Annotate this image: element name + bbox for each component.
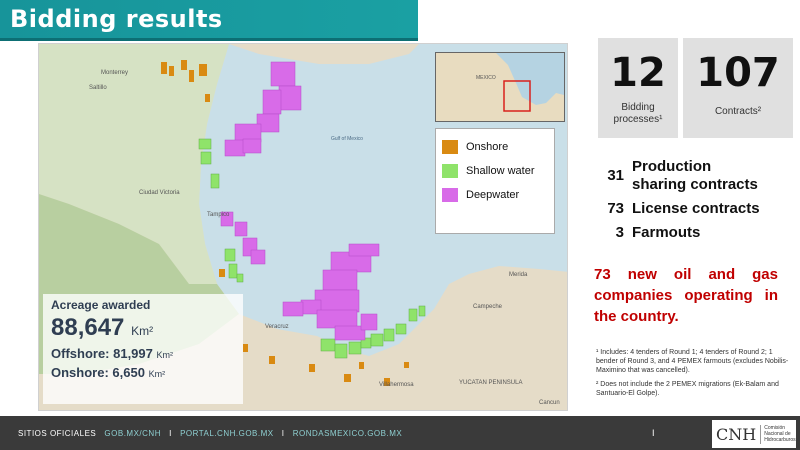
map-panel[interactable]: Monterrey Saltillo Ciudad Victoria Tampi… xyxy=(38,43,568,411)
acreage-offshore: Offshore: 81,997 Km² xyxy=(51,346,235,361)
page-title: Bidding results xyxy=(10,5,223,33)
label-cancun: Cancun xyxy=(539,400,560,406)
acreage-panel: Acreage awarded 88,647 Km² Offshore: 81,… xyxy=(43,294,243,404)
acreage-total: 88,647 Km² xyxy=(51,314,235,342)
legend-swatch-deepwater xyxy=(442,188,458,202)
footer-link-gob[interactable]: GOB.MX/CNH xyxy=(104,429,161,438)
cnh-logo: CNH Comisión Nacional de Hidrocarburos xyxy=(712,420,796,448)
contract-row-license: 73 License contracts xyxy=(598,200,798,218)
stat-bidding-processes: 12 Bidding processes¹ xyxy=(598,38,678,138)
footer-separator: I xyxy=(169,429,172,438)
label-villahermosa: Villahermosa xyxy=(379,382,414,388)
label-campeche: Campeche xyxy=(473,304,503,310)
footer-bar: SITIOS OFICIALES GOB.MX/CNH I PORTAL.CNH… xyxy=(0,416,800,450)
footnote-2: ² Does not include the 2 PEMEX migration… xyxy=(596,381,779,397)
footnote-1: ¹ Includes: 4 tenders of Round 1; 4 tend… xyxy=(596,349,789,374)
inset-label-mexico: MEXICO xyxy=(476,75,496,81)
acreage-onshore-label: Onshore: 6,650 xyxy=(51,365,145,380)
legend-item-deepwater: Deepwater xyxy=(442,184,548,206)
legend-label-deepwater: Deepwater xyxy=(466,189,520,201)
contract-row-production-sharing: 31 Production sharing contracts xyxy=(598,158,798,194)
contract-label: Production sharing contracts xyxy=(632,158,758,193)
acreage-title: Acreage awarded xyxy=(51,298,151,312)
logo-mark: CNH xyxy=(716,424,762,444)
inset-canvas: MEXICO xyxy=(436,53,564,121)
acreage-onshore: Onshore: 6,650 Km² xyxy=(51,365,235,380)
stat-bidding-label: Bidding processes¹ xyxy=(598,102,678,126)
stat-contracts-value: 107 xyxy=(696,50,780,96)
contract-label: License contracts xyxy=(632,200,760,217)
footer-prefix: SITIOS OFICIALES xyxy=(18,429,97,438)
label-saltillo: Saltillo xyxy=(89,85,107,91)
footer-separator: I xyxy=(281,429,285,438)
contract-count: 3 xyxy=(615,224,624,241)
stat-contracts: 107 Contracts² xyxy=(683,38,793,138)
logo-subtitle: Comisión Nacional de Hidrocarburos xyxy=(764,425,796,443)
acreage-total-value: 88,647 xyxy=(51,314,125,341)
footer-link-portal[interactable]: PORTAL.CNH.GOB.MX xyxy=(180,429,274,438)
stat-bidding-label-line2: processes¹ xyxy=(613,114,663,125)
locator-inset-map: MEXICO xyxy=(435,52,565,122)
label-veracruz: Veracruz xyxy=(265,324,289,330)
label-yucatan: YUCATAN PENINSULA xyxy=(459,380,522,386)
label-ciudad-victoria: Ciudad Victoria xyxy=(139,190,180,196)
acreage-total-unit: Km² xyxy=(131,324,154,338)
legend-swatch-shallow xyxy=(442,164,458,178)
footer-separator-right: I xyxy=(652,428,655,438)
label-monterrey: Monterrey xyxy=(101,70,128,76)
footer-link-rondas[interactable]: RONDASMEXICO.GOB.MX xyxy=(293,429,403,438)
contract-count: 73 xyxy=(607,200,624,217)
footnotes: ¹ Includes: 4 tenders of Round 1; 4 tend… xyxy=(596,348,792,403)
title-underline xyxy=(0,38,418,41)
contract-row-farmouts: 3 Farmouts xyxy=(598,224,798,242)
legend-swatch-onshore xyxy=(442,140,458,154)
label-merida: Merida xyxy=(509,272,528,278)
contract-types-list: 31 Production sharing contracts 73 Licen… xyxy=(598,158,798,248)
title-bar: Bidding results xyxy=(0,0,418,38)
acreage-offshore-label: Offshore: 81,997 xyxy=(51,346,153,361)
stat-contracts-label: Contracts² xyxy=(714,106,762,117)
acreage-onshore-unit: Km² xyxy=(148,369,166,379)
legend-item-onshore: Onshore xyxy=(442,136,548,158)
companies-highlight: 73 new oil and gas companies operating i… xyxy=(594,266,778,325)
contract-label: Farmouts xyxy=(632,224,701,241)
legend-label-onshore: Onshore xyxy=(466,141,509,153)
label-tampico: Tampico xyxy=(207,212,230,218)
land-usa xyxy=(229,44,419,64)
acreage-offshore-unit: Km² xyxy=(156,350,174,360)
contract-count: 31 xyxy=(607,167,624,184)
legend-item-shallow: Shallow water xyxy=(442,160,548,182)
deepwater-blocks xyxy=(220,61,380,341)
stat-bidding-label-line1: Bidding xyxy=(621,102,655,113)
map-legend: Onshore Shallow water Deepwater xyxy=(435,128,555,234)
footer-links: SITIOS OFICIALES GOB.MX/CNH I PORTAL.CNH… xyxy=(18,429,402,438)
label-gulf: Gulf of Mexico xyxy=(331,136,363,142)
legend-label-shallow: Shallow water xyxy=(466,165,535,177)
stat-bidding-value: 12 xyxy=(610,50,666,96)
